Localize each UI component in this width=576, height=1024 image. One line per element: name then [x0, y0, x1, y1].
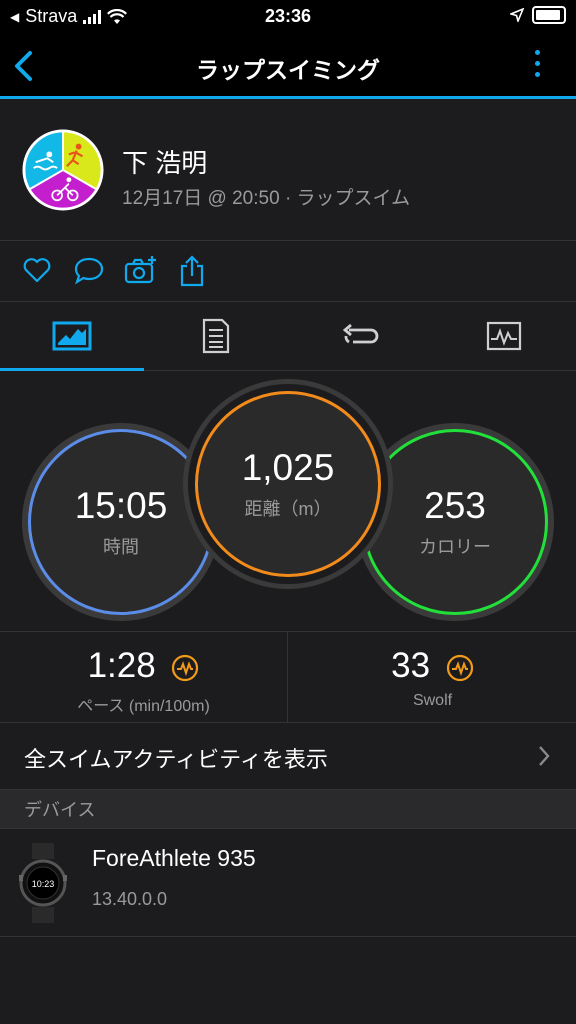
activity-date: 12月17日 @ 20:50 · ラップスイム — [122, 188, 411, 209]
all-swim-label: 全スイムアクティビティを表示 — [24, 747, 328, 772]
triathlon-avatar-icon[interactable] — [22, 129, 104, 211]
summary-metrics: 15:05 時間 253 カロリー 1,025 距離（m） — [0, 371, 576, 632]
laps-icon — [342, 323, 379, 344]
distance-value: 1,025 — [241, 447, 335, 488]
pace-value: 1:28 — [87, 646, 156, 685]
chart-icon — [486, 321, 522, 351]
action-bar — [0, 241, 576, 302]
calories-label: カロリー — [419, 537, 491, 557]
watch-icon: 10:23 — [19, 843, 67, 923]
calories-metric[interactable]: 253 カロリー — [362, 429, 548, 615]
tab-overview[interactable] — [0, 302, 144, 371]
tab-charts[interactable] — [432, 302, 576, 370]
all-swim-activities-row[interactable]: 全スイムアクティビティを表示 — [0, 723, 576, 790]
heart-icon[interactable] — [22, 255, 52, 285]
time-label: 時間 — [103, 537, 139, 557]
location-arrow-icon — [510, 8, 524, 22]
camera-add-icon[interactable] — [124, 255, 158, 285]
swolf-stat[interactable]: 33 Swolf — [289, 632, 576, 722]
device-name: ForeAthlete 935 — [92, 845, 256, 871]
time-metric[interactable]: 15:05 時間 — [28, 429, 214, 615]
distance-label: 距離（m） — [244, 499, 332, 519]
devices-section-header: デバイス — [0, 790, 576, 829]
athlete-name: 下 浩明 — [122, 148, 208, 178]
tab-laps[interactable] — [288, 302, 432, 370]
watch-face-time: 10:23 — [32, 879, 55, 889]
activity-tabs — [0, 302, 576, 371]
battery-icon — [532, 6, 566, 24]
chevron-right-icon — [539, 746, 550, 766]
overview-icon — [52, 321, 92, 351]
status-bar: ◀ Strava 23:36 — [0, 0, 576, 34]
pace-stat[interactable]: 1:28 ペース (min/100m) — [0, 632, 287, 722]
time-value: 15:05 — [74, 485, 168, 526]
more-options-icon[interactable] — [535, 50, 540, 77]
tab-details[interactable] — [144, 302, 288, 370]
distance-metric[interactable]: 1,025 距離（m） — [195, 391, 381, 577]
page-title: ラップスイミング — [196, 57, 380, 83]
trend-icon — [446, 654, 473, 681]
clock: 23:36 — [264, 6, 312, 26]
secondary-stats: 1:28 ペース (min/100m) 33 Swolf — [0, 632, 576, 723]
device-row[interactable]: 10:23 ForeAthlete 935 13.40.0.0 — [0, 829, 576, 937]
details-icon — [202, 318, 230, 354]
stats-divider — [287, 632, 288, 722]
device-version: 13.40.0.0 — [92, 889, 168, 909]
nav-bar: ラップスイミング — [0, 34, 576, 99]
swolf-label: Swolf — [412, 692, 453, 709]
activity-header: 下 浩明 12月17日 @ 20:50 · ラップスイム — [0, 99, 576, 241]
swolf-value: 33 — [391, 646, 431, 685]
calories-value: 253 — [424, 485, 486, 526]
trend-icon — [172, 654, 199, 681]
devices-section-label: デバイス — [24, 800, 96, 820]
pace-label: ペース (min/100m) — [77, 698, 210, 715]
share-icon[interactable] — [178, 255, 206, 287]
comment-icon[interactable] — [73, 255, 105, 285]
